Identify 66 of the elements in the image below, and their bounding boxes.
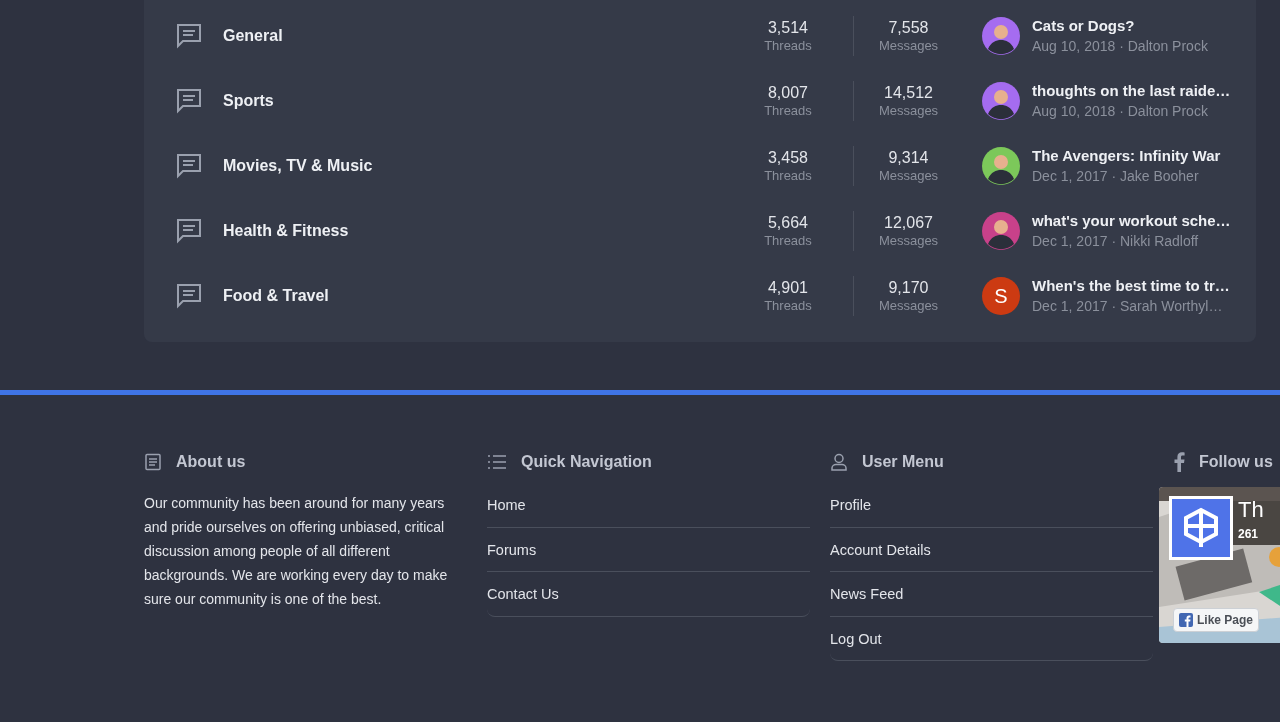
avatar[interactable]: S	[982, 276, 1020, 315]
thread-count: 5,664	[767, 212, 808, 233]
threads-label: Threads	[764, 37, 812, 54]
page-title: Th	[1238, 496, 1264, 524]
messages-label: Messages	[878, 37, 939, 54]
messages-label: Messages	[878, 167, 939, 184]
section-heading: Follow us	[1199, 452, 1273, 472]
footer-link[interactable]: Contact Us	[487, 572, 810, 617]
avatar[interactable]	[982, 81, 1020, 120]
facebook-icon	[1173, 452, 1185, 472]
avatar[interactable]	[982, 146, 1020, 185]
section-heading: Quick Navigation	[521, 452, 652, 472]
thread-title-link[interactable]: Cats or Dogs?	[1032, 15, 1247, 36]
list-icon	[487, 454, 507, 470]
chat-icon	[176, 152, 202, 179]
threads-label: Threads	[764, 232, 812, 249]
footer-link[interactable]: Log Out	[830, 616, 1153, 661]
avatar[interactable]	[982, 16, 1020, 55]
section-heading: User Menu	[862, 452, 944, 472]
footer-link[interactable]: News Feed	[830, 572, 1153, 617]
facebook-icon	[1179, 613, 1193, 627]
forum-title-link[interactable]: General	[223, 23, 723, 48]
threads-label: Threads	[764, 102, 812, 119]
thread-title-link[interactable]: The Avengers: Infinity War	[1032, 145, 1247, 166]
user-icon	[830, 453, 848, 471]
thread-title-link[interactable]: what's your workout sche…	[1032, 210, 1247, 231]
messages-label: Messages	[878, 297, 939, 314]
chat-icon	[176, 87, 202, 114]
post-meta: Dec 1, 2017 · Sarah Worthyl…	[1032, 296, 1224, 316]
forum-title-link[interactable]: Food & Travel	[223, 283, 723, 308]
about-text: Our community has been around for many years and pride ourselves on offering unbiased, critical discussion among people of all different backgrounds. We are working every day to make sure our community is one of the best.	[144, 494, 449, 609]
cube-logo-icon	[1182, 507, 1220, 549]
thread-title-link[interactable]: When's the best time to tr…	[1032, 275, 1247, 296]
messages-label: Messages	[878, 102, 939, 119]
message-count: 14,512	[884, 82, 933, 103]
forum-title-link[interactable]: Movies, TV & Music	[223, 153, 723, 178]
footer-link[interactable]: Forums	[487, 527, 810, 572]
post-meta: Aug 10, 2018 · Dalton Prock	[1032, 36, 1209, 56]
avatar[interactable]	[982, 211, 1020, 250]
footer-link[interactable]: Home	[487, 483, 810, 528]
section-heading: About us	[176, 452, 246, 472]
message-count: 9,314	[888, 147, 929, 168]
thread-count: 8,007	[767, 82, 808, 103]
message-count: 12,067	[884, 212, 933, 233]
chat-icon	[176, 22, 202, 49]
threads-label: Threads	[764, 297, 812, 314]
post-meta: Dec 1, 2017 · Jake Booher	[1032, 166, 1200, 186]
forum-title-link[interactable]: Health & Fitness	[223, 218, 723, 243]
messages-label: Messages	[878, 232, 939, 249]
like-count: 261	[1238, 526, 1259, 543]
thread-count: 3,458	[767, 147, 808, 168]
post-meta: Dec 1, 2017 · Nikki Radloff	[1032, 231, 1200, 251]
footer-link[interactable]: Account Details	[830, 527, 1153, 572]
threads-label: Threads	[764, 167, 812, 184]
message-count: 9,170	[888, 277, 929, 298]
document-icon	[144, 453, 162, 471]
post-meta: Aug 10, 2018 · Dalton Prock	[1032, 101, 1209, 121]
chat-icon	[176, 217, 202, 244]
chat-icon	[176, 282, 202, 309]
footer-link[interactable]: Profile	[830, 483, 1153, 528]
message-count: 7,558	[888, 17, 929, 38]
thread-count: 4,901	[767, 277, 808, 298]
forum-title-link[interactable]: Sports	[223, 88, 723, 113]
thread-title-link[interactable]: thoughts on the last raide…	[1032, 80, 1247, 101]
like-page-button[interactable]: Like Page	[1173, 608, 1260, 632]
thread-count: 3,514	[767, 17, 808, 38]
